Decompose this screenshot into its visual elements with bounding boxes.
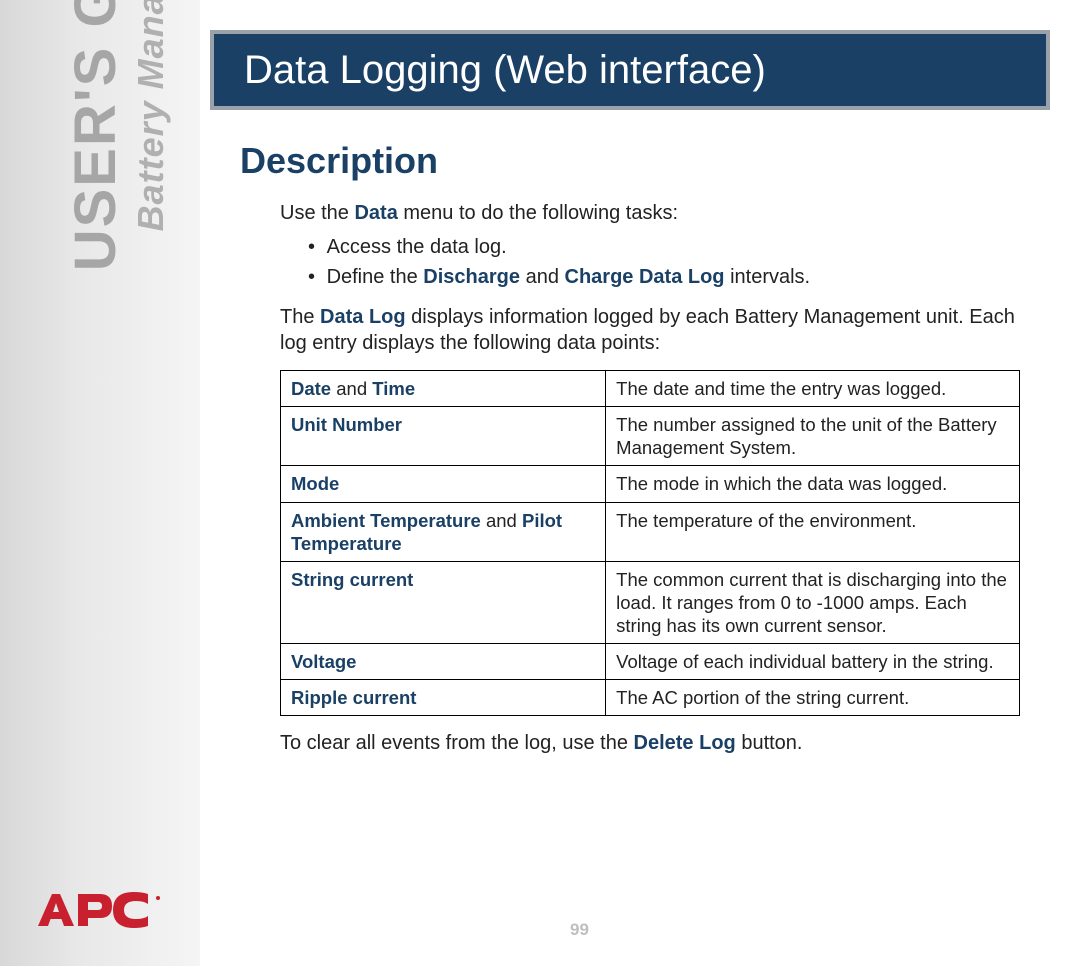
table-row: Ambient Temperature and Pilot Temperatur… [281, 502, 1020, 561]
term-cell: Unit Number [281, 407, 606, 466]
data-log-paragraph: The Data Log displays information logged… [280, 304, 1020, 356]
term-cell: Date and Time [281, 371, 606, 407]
list-item: Access the data log. [326, 234, 1020, 260]
term-cell: Ripple current [281, 680, 606, 716]
page-title: Data Logging (Web interface) [244, 48, 766, 93]
table-row: Date and TimeThe date and time the entry… [281, 371, 1020, 407]
content-area: Description Use the Data menu to do the … [240, 130, 1030, 764]
sidebar: USER'S GUIDE Battery Management System [0, 0, 200, 966]
table-row: String currentThe common current that is… [281, 561, 1020, 643]
table-row: Unit NumberThe number assigned to the un… [281, 407, 1020, 466]
data-points-table: Date and TimeThe date and time the entry… [280, 370, 1020, 716]
definition-cell: Voltage of each individual battery in th… [606, 644, 1020, 680]
term-cell: Voltage [281, 644, 606, 680]
term-cell: Mode [281, 466, 606, 502]
definition-cell: The common current that is discharging i… [606, 561, 1020, 643]
table-row: Ripple currentThe AC portion of the stri… [281, 680, 1020, 716]
definition-cell: The date and time the entry was logged. [606, 371, 1020, 407]
definition-cell: The mode in which the data was logged. [606, 466, 1020, 502]
apc-logo [30, 886, 180, 936]
term-cell: Ambient Temperature and Pilot Temperatur… [281, 502, 606, 561]
definition-cell: The number assigned to the unit of the B… [606, 407, 1020, 466]
table-row: ModeThe mode in which the data was logge… [281, 466, 1020, 502]
sidebar-subtitle: Battery Management System [130, 0, 172, 231]
list-item: Define the Discharge and Charge Data Log… [326, 264, 1020, 290]
page-title-bar: Data Logging (Web interface) [210, 30, 1050, 110]
term-cell: String current [281, 561, 606, 643]
definition-cell: The AC portion of the string current. [606, 680, 1020, 716]
table-row: VoltageVoltage of each individual batter… [281, 644, 1020, 680]
definition-cell: The temperature of the environment. [606, 502, 1020, 561]
sidebar-title: USER'S GUIDE [62, 0, 129, 271]
section-heading: Description [240, 140, 1030, 182]
page-number: 99 [570, 920, 589, 940]
body-text: Use the Data menu to do the following ta… [280, 200, 1020, 756]
task-list: Access the data log. Define the Discharg… [280, 234, 1020, 290]
closing-paragraph: To clear all events from the log, use th… [280, 730, 1020, 756]
intro-paragraph: Use the Data menu to do the following ta… [280, 200, 1020, 226]
